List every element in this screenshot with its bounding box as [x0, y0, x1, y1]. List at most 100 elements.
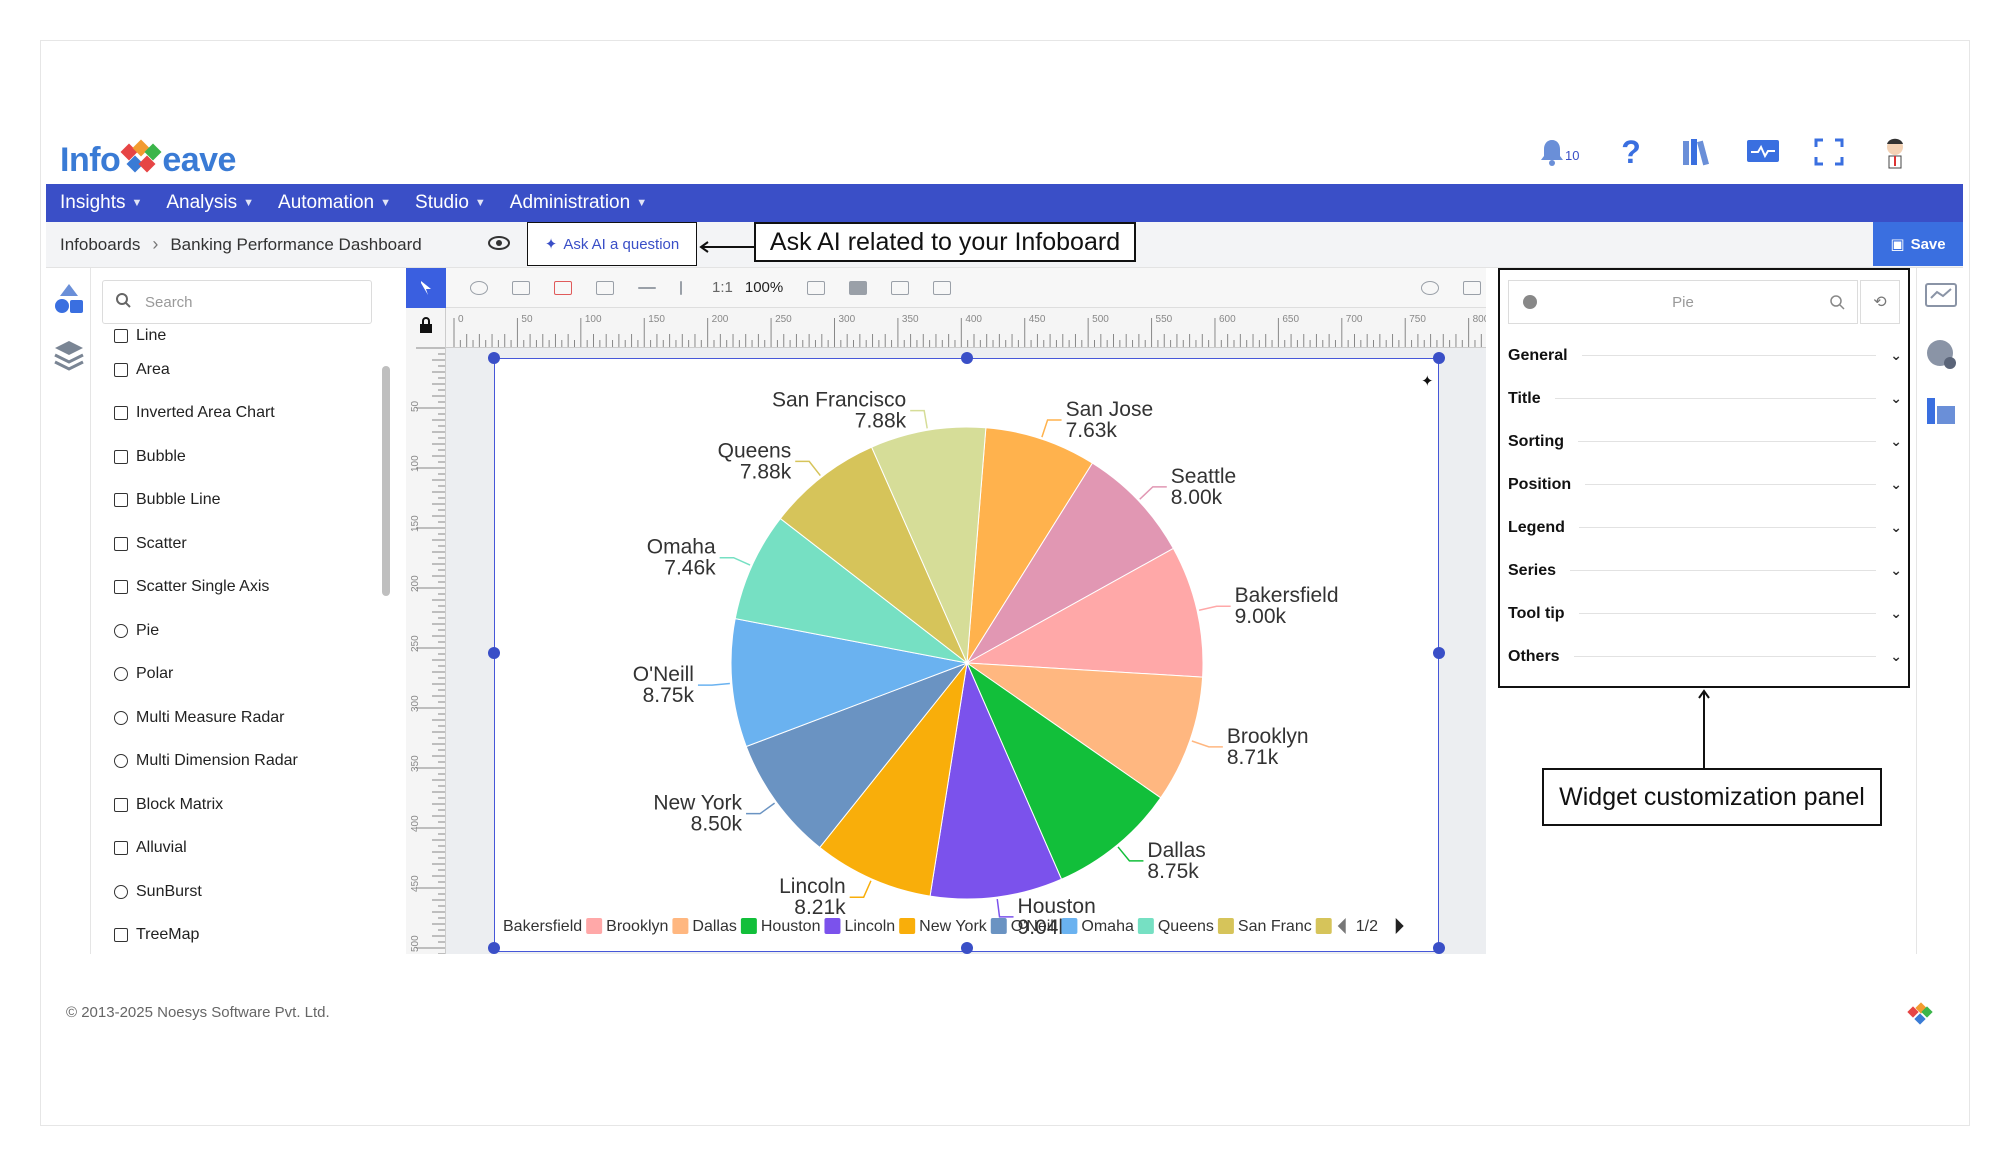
- widget-item-polar[interactable]: Polar: [114, 653, 364, 697]
- resize-handle[interactable]: [961, 352, 973, 364]
- ruler-label: 250: [410, 635, 421, 652]
- fit-height-icon[interactable]: [680, 280, 682, 295]
- ask-ai-button[interactable]: ✦ Ask AI a question: [527, 222, 697, 266]
- resize-handle[interactable]: [488, 942, 500, 954]
- move-icon[interactable]: [1421, 280, 1440, 295]
- preview-eye-icon[interactable]: [488, 234, 510, 257]
- widget-settings-icon[interactable]: [1925, 282, 1959, 317]
- resize-handle[interactable]: [1433, 352, 1445, 364]
- ruler-label: 700: [1346, 314, 1363, 325]
- legend-label[interactable]: Brooklyn: [606, 918, 668, 935]
- widget-item-treemap[interactable]: TreeMap: [114, 914, 364, 958]
- nav-administration[interactable]: Administration ▼: [510, 192, 647, 214]
- legend-label[interactable]: Dallas: [692, 918, 736, 935]
- prop-section-general[interactable]: General ⌄: [1508, 334, 1902, 377]
- ruler-label: 300: [838, 314, 855, 325]
- breadcrumb-current: Banking Performance Dashboard: [170, 234, 422, 254]
- legend-label[interactable]: New York: [919, 918, 988, 935]
- legend-label[interactable]: O'Neill: [1011, 918, 1058, 935]
- pie-label-value: 9.00k: [1235, 605, 1287, 628]
- widget-item-line[interactable]: Line: [114, 324, 364, 348]
- widget-item-multi-dimension-radar[interactable]: Multi Dimension Radar: [114, 740, 364, 784]
- breadcrumb-infoboards[interactable]: Infoboards: [60, 235, 140, 255]
- widget-item-block-matrix[interactable]: Block Matrix: [114, 783, 364, 827]
- prop-section-series[interactable]: Series ⌄: [1508, 549, 1902, 592]
- ratio-button[interactable]: 1:1: [712, 279, 733, 296]
- library-icon[interactable]: [1679, 134, 1715, 170]
- select-tool-icon[interactable]: [406, 267, 446, 308]
- inverted-area-icon: [114, 406, 128, 421]
- widget-list-scrollbar[interactable]: [382, 366, 390, 596]
- prop-section-sorting[interactable]: Sorting ⌄: [1508, 420, 1902, 463]
- refresh-icon[interactable]: ⟲: [1860, 280, 1900, 324]
- header-actions: 10 ?: [1539, 134, 1913, 170]
- widget-item-scatter-single-axis[interactable]: Scatter Single Axis: [114, 566, 364, 610]
- widget-item-area[interactable]: Area: [114, 348, 364, 392]
- widget-item-bubble[interactable]: Bubble: [114, 435, 364, 479]
- legend-label[interactable]: Lincoln: [844, 918, 895, 935]
- fit-frame-icon[interactable]: [596, 280, 614, 295]
- legend-label[interactable]: Bakersfield: [503, 918, 582, 935]
- legend-label[interactable]: Queens: [1158, 918, 1214, 935]
- save-button[interactable]: ▣ Save: [1873, 222, 1963, 266]
- resize-handle[interactable]: [1433, 942, 1445, 954]
- bring-front-icon[interactable]: [849, 280, 868, 295]
- theme-palette-icon[interactable]: [1925, 338, 1959, 377]
- prop-section-title[interactable]: Title ⌄: [1508, 377, 1902, 420]
- widget-item-bubble-line[interactable]: Bubble Line: [114, 479, 364, 523]
- settings-square-icon[interactable]: [1463, 280, 1482, 295]
- prop-section-tooltip[interactable]: Tool tip ⌄: [1508, 592, 1902, 635]
- pie-chart: San Jose7.63kSeattle8.00kBakersfield9.00…: [503, 389, 1404, 939]
- pan-hand-icon[interactable]: [470, 280, 488, 295]
- pie-label-value: 8.71k: [1227, 746, 1279, 769]
- fullscreen-icon[interactable]: [1811, 134, 1847, 170]
- send-back-icon[interactable]: [933, 280, 952, 295]
- resize-handle[interactable]: [488, 647, 500, 659]
- lock-icon[interactable]: [418, 316, 434, 339]
- monitor-icon[interactable]: [1745, 134, 1781, 170]
- prop-section-others[interactable]: Others ⌄: [1508, 635, 1902, 678]
- nav-insights[interactable]: Insights ▼: [60, 192, 142, 214]
- ruler-label: 650: [1282, 314, 1299, 325]
- fit-width-icon[interactable]: [638, 286, 656, 289]
- legend-prev-icon[interactable]: [1337, 918, 1346, 934]
- search-icon: [115, 292, 131, 312]
- resize-handle[interactable]: [961, 942, 973, 954]
- props-search-input[interactable]: Pie: [1508, 280, 1858, 324]
- legend-next-icon[interactable]: [1395, 918, 1404, 934]
- layers-icon[interactable]: [52, 338, 86, 377]
- footer-copyright: © 2013-2025 Noesys Software Pvt. Ltd.: [66, 1004, 330, 1021]
- notification-bell-icon[interactable]: 10: [1539, 134, 1583, 170]
- data-edit-icon[interactable]: [1925, 394, 1959, 433]
- prop-section-legend[interactable]: Legend ⌄: [1508, 506, 1902, 549]
- legend-label[interactable]: Houston: [761, 918, 821, 935]
- widget-item-sunburst[interactable]: SunBurst: [114, 870, 364, 914]
- delete-icon[interactable]: [554, 280, 572, 295]
- prop-section-position[interactable]: Position ⌄: [1508, 463, 1902, 506]
- legend-label[interactable]: San Franc: [1238, 918, 1312, 935]
- ai-sparkle-icon[interactable]: ✦: [1421, 372, 1434, 390]
- pie-chart-widget[interactable]: San Jose 7.63k Seattle 8.00k Bakersfield 9.00…: [494, 358, 1439, 952]
- resize-handle[interactable]: [1433, 647, 1445, 659]
- nav-analysis[interactable]: Analysis ▼: [166, 192, 254, 214]
- ruler-label: 150: [410, 515, 421, 532]
- widget-item-alluvial[interactable]: Alluvial: [114, 827, 364, 871]
- user-avatar-icon[interactable]: [1877, 134, 1913, 170]
- infoveave-logo[interactable]: Info eave: [60, 136, 236, 184]
- help-icon[interactable]: ?: [1613, 134, 1649, 170]
- nav-studio[interactable]: Studio ▼: [415, 192, 486, 214]
- widget-item-scatter[interactable]: Scatter: [114, 522, 364, 566]
- widget-item-multi-measure-radar[interactable]: Multi Measure Radar: [114, 696, 364, 740]
- nav-automation[interactable]: Automation ▼: [278, 192, 391, 214]
- shapes-icon[interactable]: [512, 280, 530, 295]
- legend-label[interactable]: Omaha: [1081, 918, 1134, 935]
- bring-forward-icon[interactable]: [807, 280, 826, 295]
- widget-item-inverted-area[interactable]: Inverted Area Chart: [114, 392, 364, 436]
- widgets-shapes-icon[interactable]: [52, 282, 86, 321]
- resize-handle[interactable]: [488, 352, 500, 364]
- zoom-level[interactable]: 100%: [745, 279, 783, 296]
- send-backward-icon[interactable]: [891, 280, 910, 295]
- pie-leader-line: [746, 802, 776, 815]
- widget-search-input[interactable]: Search: [102, 280, 372, 324]
- widget-item-pie[interactable]: Pie: [114, 609, 364, 653]
